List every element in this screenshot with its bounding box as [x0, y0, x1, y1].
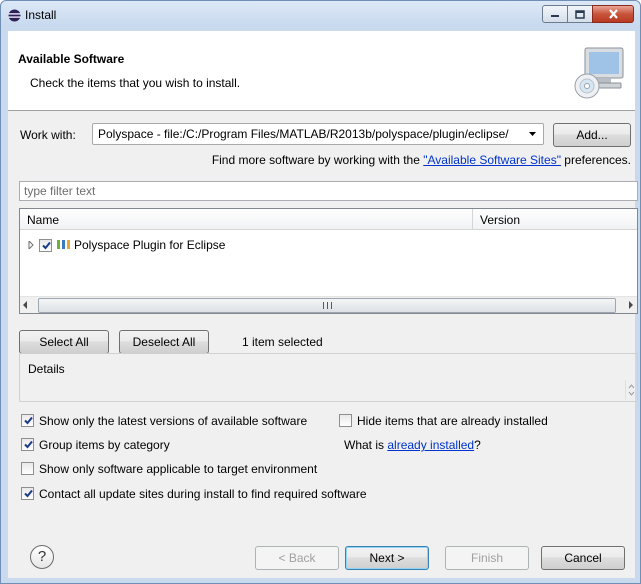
feature-group-icon: [57, 240, 70, 249]
applicable-only-option[interactable]: Show only software applicable to target …: [21, 461, 341, 477]
checkmark-icon: [24, 489, 33, 498]
close-icon: [608, 9, 618, 19]
cancel-button[interactable]: Cancel: [541, 546, 625, 570]
minimize-button[interactable]: [542, 5, 568, 23]
install-wizard-icon: [574, 47, 624, 99]
contact-sites-option[interactable]: Contact all update sites during install …: [21, 486, 391, 502]
find-more-suffix: preferences.: [564, 153, 631, 167]
page-description: Check the items that you wish to install…: [30, 76, 241, 90]
what-is-suffix: ?: [474, 438, 481, 452]
maximize-icon: [575, 9, 585, 19]
window-title: Install: [25, 8, 57, 22]
checkmark-icon: [24, 440, 33, 449]
chevron-down-icon[interactable]: [526, 127, 539, 141]
applicable-only-label: Show only software applicable to target …: [39, 462, 318, 476]
horizontal-scrollbar[interactable]: [20, 296, 637, 313]
expand-arrow-icon[interactable]: [27, 241, 35, 249]
group-by-category-label: Group items by category: [39, 438, 170, 452]
hide-installed-option[interactable]: Hide items that are already installed: [339, 413, 559, 429]
what-is-installed-text: What is already installed?: [344, 438, 481, 452]
title-banner: Available Software Check the items that …: [8, 31, 635, 111]
details-text-area[interactable]: [22, 380, 635, 400]
scroll-left-icon[interactable]: [22, 301, 28, 309]
scroll-right-icon[interactable]: [628, 301, 634, 309]
details-scrollbar[interactable]: [625, 380, 637, 400]
column-separator[interactable]: [472, 209, 473, 230]
checkmark-icon: [42, 241, 51, 250]
group-by-category-checkbox[interactable]: [21, 438, 34, 451]
find-more-prefix: Find more software by working with the: [211, 153, 420, 167]
hide-installed-checkbox[interactable]: [339, 414, 352, 427]
tree-header: Name Version: [20, 209, 637, 230]
latest-versions-checkbox[interactable]: [21, 414, 34, 427]
group-by-category-option[interactable]: Group items by category: [21, 437, 221, 453]
tree-item-checkbox[interactable]: [39, 239, 52, 252]
eclipse-icon: [8, 9, 21, 22]
scrollbar-thumb[interactable]: [38, 298, 616, 313]
applicable-only-checkbox[interactable]: [21, 462, 34, 475]
checkmark-icon: [24, 416, 33, 425]
back-button[interactable]: < Back: [255, 546, 339, 570]
details-title: Details: [28, 362, 65, 376]
finish-button[interactable]: Finish: [445, 546, 529, 570]
hide-installed-label: Hide items that are already installed: [357, 414, 548, 428]
column-name-header[interactable]: Name: [27, 213, 59, 227]
close-button[interactable]: [592, 5, 634, 23]
column-version-header[interactable]: Version: [480, 213, 520, 227]
contact-sites-label: Contact all update sites during install …: [39, 487, 367, 501]
scrollbar-grip-icon: [323, 302, 332, 309]
tree-item-label: Polyspace Plugin for Eclipse: [74, 238, 226, 252]
select-all-button[interactable]: Select All: [19, 330, 109, 354]
dialog-client: Available Software Check the items that …: [8, 31, 638, 578]
next-button[interactable]: Next >: [345, 546, 429, 570]
deselect-all-button[interactable]: Deselect All: [119, 330, 209, 354]
already-installed-link[interactable]: already installed: [387, 438, 474, 452]
filter-placeholder: type filter text: [24, 184, 96, 198]
work-with-value: Polyspace - file:/C:/Program Files/MATLA…: [98, 127, 509, 141]
what-is-prefix: What is: [344, 438, 385, 452]
work-with-combo[interactable]: Polyspace - file:/C:/Program Files/MATLA…: [92, 123, 544, 145]
add-button[interactable]: Add...: [553, 123, 631, 147]
scroll-down-icon[interactable]: [626, 381, 637, 399]
find-more-text: Find more software by working with the "…: [212, 153, 631, 167]
work-with-label: Work with:: [20, 128, 76, 142]
title-bar[interactable]: Install: [1, 1, 640, 31]
details-group: Details: [19, 353, 638, 402]
latest-versions-option[interactable]: Show only the latest versions of availab…: [21, 413, 321, 429]
maximize-button[interactable]: [567, 5, 593, 23]
contact-sites-checkbox[interactable]: [21, 487, 34, 500]
install-window: Install Available Software Check the ite…: [0, 0, 641, 584]
minimize-icon: [551, 15, 559, 17]
page-title: Available Software: [18, 52, 125, 66]
latest-versions-label: Show only the latest versions of availab…: [39, 414, 308, 428]
help-button[interactable]: ?: [30, 545, 54, 569]
tree-row[interactable]: Polyspace Plugin for Eclipse: [20, 235, 637, 255]
selection-status: 1 item selected: [242, 335, 323, 349]
software-tree[interactable]: Name Version Polyspace Plugin for Eclips…: [19, 208, 638, 314]
filter-input[interactable]: type filter text: [19, 181, 638, 201]
available-software-sites-link[interactable]: "Available Software Sites": [423, 153, 561, 167]
